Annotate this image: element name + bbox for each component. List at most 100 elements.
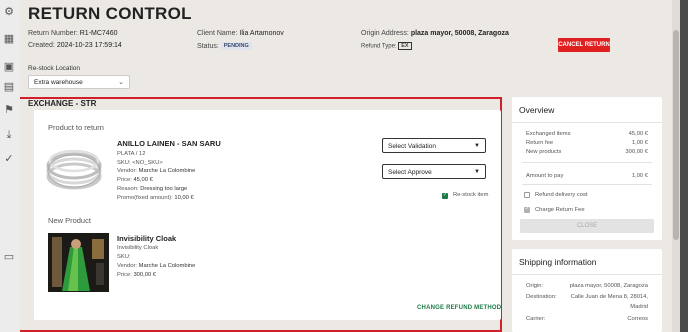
charge-return-fee-label: Charge Return Fee: [535, 207, 585, 213]
return-control-modal: RETURN CONTROL Return Number: R1-MC7460 …: [20, 0, 680, 332]
inbox-icon[interactable]: ▭: [2, 250, 16, 264]
shipping-origin-label: Origin:: [526, 283, 544, 289]
vendor-label: Vendor:: [117, 263, 137, 269]
reason-value: Dressing too large: [140, 186, 188, 192]
vendor-value: Marche La Colombine: [138, 168, 196, 174]
return-fee-label: Return fee: [526, 140, 554, 146]
select-validation-dropdown[interactable]: Select Validation ▼: [382, 138, 486, 153]
divider: [512, 122, 662, 123]
chevron-down-icon: ⌄: [118, 79, 124, 86]
grid-icon[interactable]: ▦: [2, 32, 16, 46]
returned-product-reason: Reason: Dressing too large: [117, 186, 187, 192]
caret-down-icon: ▼: [474, 169, 480, 175]
caret-down-icon: ▼: [474, 143, 480, 149]
returned-product-promo: Promo(fixed amount): 10,00 €: [117, 195, 194, 201]
returned-product-name: ANILLO LAINEN - SAN SARU: [117, 139, 221, 148]
new-product-image: [48, 233, 109, 292]
status-badge: PENDING: [220, 42, 252, 50]
settings-icon[interactable]: ⚙: [2, 5, 16, 19]
refund-type-label: Refund Type:: [361, 43, 397, 50]
divider: [522, 162, 652, 163]
restock-location-value: Extra warehouse: [34, 79, 83, 86]
shipping-destination-label: Destination:: [526, 294, 557, 300]
restock-location-select[interactable]: Extra warehouse ⌄: [28, 75, 130, 89]
price-value: 300,00 €: [133, 272, 157, 278]
divider: [522, 184, 652, 185]
created-date: Created: 2024-10-23 17:59:14: [28, 42, 122, 49]
shipping-carrier-label: Carrier:: [526, 316, 546, 322]
shipping-carrier-value: Correos: [627, 316, 648, 322]
new-product-heading: New Product: [48, 216, 91, 225]
status: Status: PENDING: [197, 42, 252, 50]
new-products-label: New products: [526, 149, 562, 155]
close-button[interactable]: CLOSE: [520, 219, 654, 233]
flag-icon[interactable]: ⚑: [2, 103, 16, 117]
return-number-value: R1-MC7460: [79, 30, 118, 37]
change-refund-method-link[interactable]: CHANGE REFUND METHOD: [417, 305, 501, 311]
vendor-label: Vendor:: [117, 168, 137, 174]
restock-item-label: Re-stock item: [453, 192, 489, 198]
app-sidebar: ⚙ ▦ ▣ ▤ ⚑ ⤓ ✓ ▭: [0, 0, 22, 332]
new-product-variant: Invisibility Cloak: [117, 245, 159, 251]
reason-label: Reason:: [117, 186, 139, 192]
created-label: Created:: [28, 42, 55, 49]
vendor-value: Marche La Colombine: [138, 263, 196, 269]
origin-label: Origin Address:: [361, 30, 409, 37]
download-icon[interactable]: ⤓: [2, 128, 16, 142]
client-name-label: Client Name:: [197, 30, 238, 37]
restock-location-label: Re-stock Location: [28, 65, 81, 72]
created-value: 2024-10-23 17:59:14: [56, 42, 122, 49]
return-number: Return Number: R1-MC7460: [28, 30, 118, 37]
client-name: Client Name: Ilia Artamonov: [197, 30, 284, 37]
select-approve-value: Select Approve: [388, 169, 432, 176]
calendar-icon[interactable]: ▤: [2, 80, 16, 94]
select-approve-dropdown[interactable]: Select Approve ▼: [382, 164, 486, 179]
refund-type: Refund Type: EX: [361, 42, 412, 50]
price-value: 45,00 €: [133, 177, 153, 183]
client-name-value: Ilia Artamonov: [239, 30, 284, 37]
shipping-title: Shipping information: [519, 257, 597, 267]
promo-label: Promo(fixed amount):: [117, 195, 173, 201]
price-label: Price:: [117, 272, 132, 278]
new-product-name: Invisibility Cloak: [117, 234, 177, 243]
check-circle-icon[interactable]: ✓: [2, 152, 16, 166]
overview-title: Overview: [519, 105, 555, 115]
origin-address: Origin Address: plaza mayor, 50008, Zara…: [361, 30, 509, 37]
returned-product-vendor: Vendor: Marche La Colombine: [117, 168, 195, 174]
restock-item-checkbox[interactable]: [442, 192, 448, 199]
amount-to-pay-value: 1,00 €: [631, 173, 648, 179]
origin-value: plaza mayor, 50008, Zaragoza: [410, 30, 509, 37]
scrollbar-thumb[interactable]: [673, 30, 679, 240]
exchanged-items-value: 45,00 €: [628, 131, 648, 137]
exchange-title: EXCHANGE - STR: [28, 99, 97, 108]
charge-return-fee-checkbox[interactable]: [524, 206, 530, 213]
return-number-label: Return Number:: [28, 30, 78, 37]
return-fee-value: 1,00 €: [631, 140, 648, 146]
box-icon[interactable]: ▣: [2, 60, 16, 74]
shipping-destination-line1: Calle Juan de Mena 8, 28014,: [570, 294, 648, 300]
status-label: Status:: [197, 42, 219, 50]
refund-delivery-label: Refund delivery cost: [535, 192, 588, 198]
shipping-origin-value: plaza mayor, 50008, Zaragoza: [569, 283, 648, 289]
new-product-sku: SKU:: [117, 254, 131, 260]
refund-delivery-checkbox[interactable]: [524, 192, 530, 198]
amount-to-pay-label: Amount to pay: [526, 173, 564, 179]
new-products-value: 300,00 €: [625, 149, 648, 155]
divider: [512, 274, 662, 275]
scrollbar[interactable]: [672, 0, 680, 332]
returned-product-price: Price: 45,00 €: [117, 177, 153, 183]
product-to-return-heading: Product to return: [48, 123, 104, 132]
page-title: RETURN CONTROL: [28, 4, 192, 23]
returned-product-sku: SKU: <NO_SKU>: [117, 160, 163, 166]
cancel-return-button[interactable]: CANCEL RETURN: [558, 38, 610, 52]
shipping-destination-line2: Madrid: [630, 304, 648, 310]
price-label: Price:: [117, 177, 132, 183]
new-product-price: Price: 300,00 €: [117, 272, 156, 278]
select-validation-value: Select Validation: [388, 143, 436, 150]
new-product-vendor: Vendor: Marche La Colombine: [117, 263, 195, 269]
refund-type-badge: EX: [398, 42, 412, 50]
promo-value: 10,00 €: [174, 195, 194, 201]
exchanged-items-label: Exchanged items: [526, 131, 571, 137]
returned-product-image: [41, 142, 108, 197]
returned-product-variant: PLATA / 12: [117, 151, 146, 157]
